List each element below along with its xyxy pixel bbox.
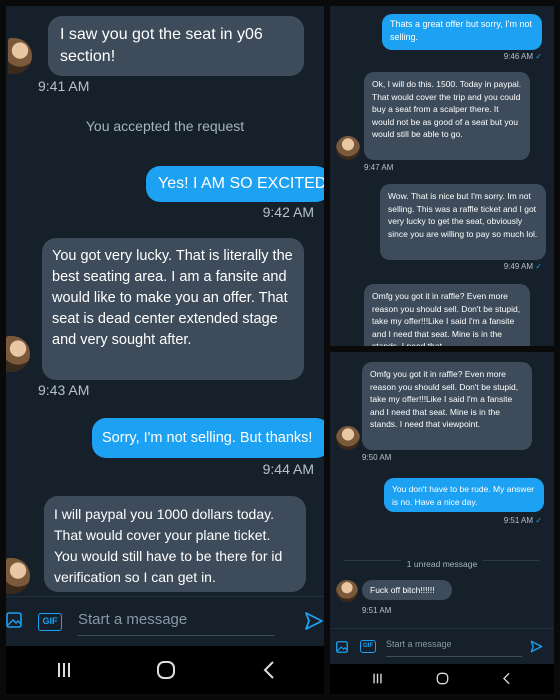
android-nav-bar	[330, 664, 554, 694]
message-bubble-incoming: I saw you got the seat in y06 section!	[48, 16, 304, 76]
left-chat-screenshot: I saw you got the seat in y06 section! 9…	[6, 6, 324, 694]
gif-icon[interactable]: GIF	[360, 640, 376, 653]
read-check-icon: ✓	[535, 262, 542, 271]
message-bubble-incoming: Ok, I will do this. 1500. Today in paypa…	[364, 72, 530, 160]
send-icon[interactable]	[530, 640, 543, 653]
avatar	[6, 558, 30, 594]
message-timestamp: 9:50 AM	[362, 453, 392, 462]
message-timestamp: 9:41 AM	[38, 78, 90, 94]
image-icon[interactable]	[336, 641, 348, 653]
avatar	[8, 38, 32, 74]
message-bubble-incoming: Omfg you got it in raffle? Even more rea…	[362, 362, 532, 450]
avatar	[336, 426, 360, 450]
home-icon[interactable]	[156, 660, 176, 680]
message-bubble-incoming: You got very lucky. That is literally th…	[42, 238, 304, 380]
recents-icon[interactable]	[56, 662, 72, 678]
message-timestamp: 9:49 AM ✓	[503, 262, 542, 271]
message-bubble-outgoing: Sorry, I'm not selling. But thanks!	[92, 418, 324, 458]
message-input[interactable]: Start a message	[386, 639, 522, 653]
recents-icon[interactable]	[372, 673, 383, 684]
composer-bar: GIF Start a message	[330, 628, 554, 664]
back-icon[interactable]	[262, 660, 276, 680]
message-timestamp: 9:51 AM ✓	[503, 516, 542, 525]
message-timestamp: 9:46 AM ✓	[503, 52, 542, 61]
send-icon[interactable]	[304, 611, 324, 631]
message-bubble-incoming: Fuck off bitch!!!!!!	[362, 580, 452, 600]
unread-divider: 1 unread message	[330, 554, 554, 572]
message-timestamp: 9:42 AM	[262, 204, 314, 220]
message-bubble-outgoing: You don't have to be rude. My answer is …	[384, 478, 544, 512]
message-bubble-outgoing: Thats a great offer but sorry, I'm not s…	[382, 14, 542, 50]
composer-bar: GIF Start a message	[6, 596, 324, 644]
read-check-icon: ✓	[535, 52, 542, 61]
system-notice: You accepted the request	[85, 118, 245, 134]
android-nav-bar	[6, 646, 324, 694]
message-timestamp: 9:47 AM	[364, 163, 394, 172]
avatar	[6, 336, 30, 372]
message-bubble-outgoing: Yes! I AM SO EXCITED!!!!	[146, 166, 324, 202]
message-timestamp: 9:43 AM	[38, 382, 90, 398]
top-right-chat-screenshot: Thats a great offer but sorry, I'm not s…	[330, 6, 554, 346]
avatar	[336, 136, 360, 160]
unread-divider-label: 1 unread message	[400, 559, 484, 569]
message-timestamp: 9:44 AM	[262, 461, 314, 477]
bottom-right-chat-screenshot: Omfg you got it in raffle? Even more rea…	[330, 352, 554, 694]
message-timestamp: 9:51 AM	[362, 606, 392, 615]
read-check-icon: ✓	[535, 516, 542, 525]
message-bubble-outgoing: Wow. That is nice but I'm sorry. Im not …	[380, 184, 546, 260]
avatar	[336, 580, 358, 602]
message-input[interactable]: Start a message	[78, 611, 274, 633]
message-bubble-incoming: Omfg you got it in raffle? Even more rea…	[364, 284, 530, 346]
image-icon[interactable]	[6, 611, 22, 629]
home-icon[interactable]	[436, 672, 449, 685]
gif-icon[interactable]: GIF	[38, 613, 62, 631]
back-icon[interactable]	[502, 672, 511, 685]
message-bubble-incoming: I will paypal you 1000 dollars today. Th…	[44, 496, 306, 592]
